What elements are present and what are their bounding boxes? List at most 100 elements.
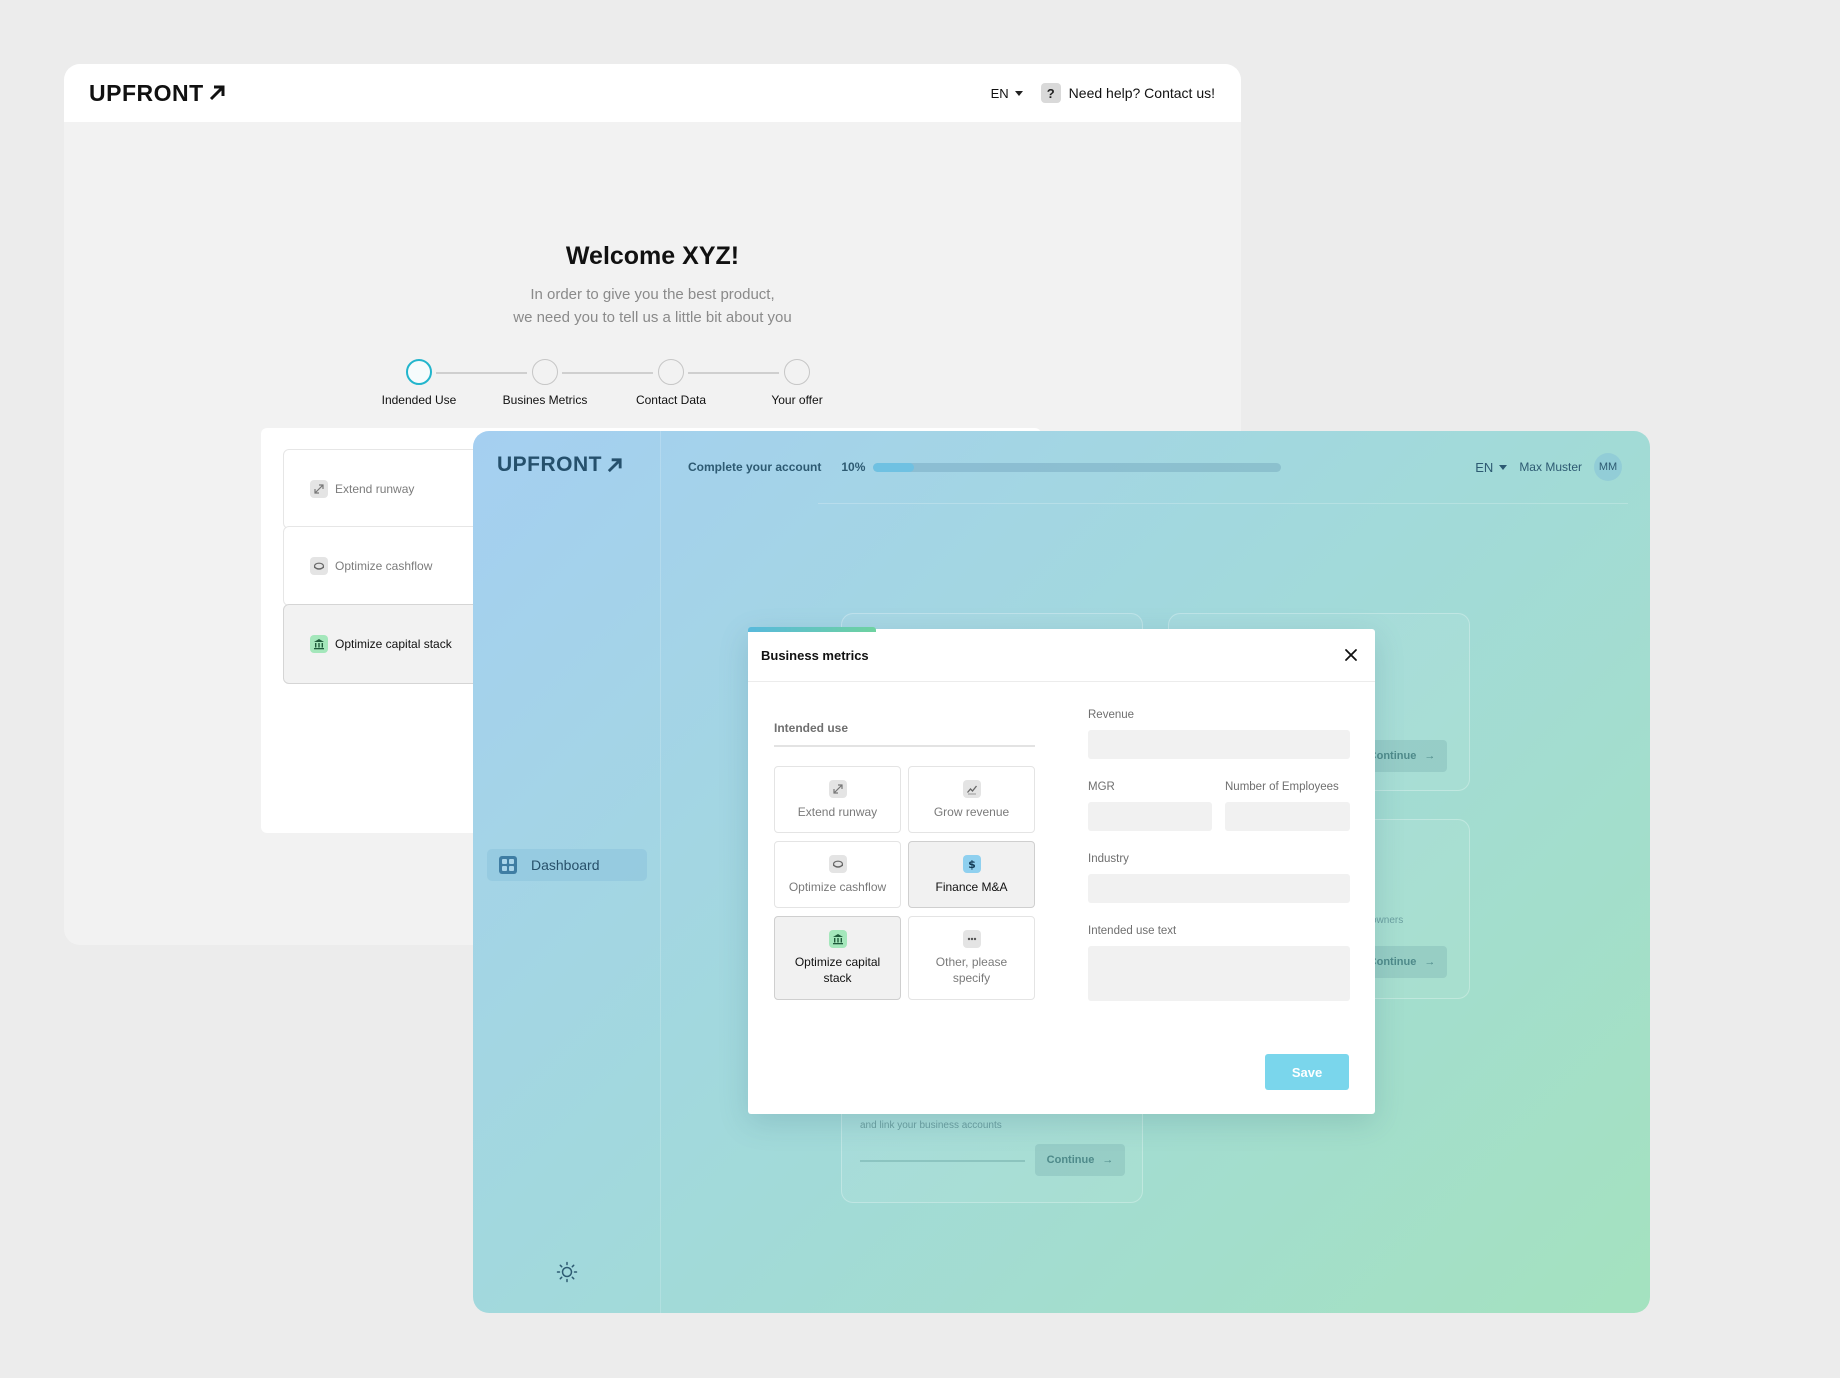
subtitle-line: we need you to tell us a little bit abou… [513,309,792,326]
logo-text: UPFRONT [497,453,602,476]
step-intended-use[interactable]: Indended Use [349,352,489,407]
mgr-label: MGR [1088,781,1115,793]
option-label: Extend runway [335,482,415,496]
industry-label: Industry [1088,853,1129,865]
sidebar-item-label: Dashboard [531,857,600,873]
bank-icon [310,635,328,653]
step-circle [406,359,432,385]
dashboard-window: UPFRONT Dashboard Complete your account … [473,431,1650,1313]
tile-extend-runway[interactable]: Extend runway [774,766,901,833]
ghost-text: and link your business accounts [860,1120,1002,1131]
topbar: Complete your account 10% EN Max Muster … [661,431,1650,503]
welcome-section: Welcome XYZ! In order to give you the be… [64,242,1241,329]
user-name[interactable]: Max Muster [1519,460,1582,474]
revenue-label: Revenue [1088,709,1135,721]
expand-icon [828,779,847,798]
step-your-offer[interactable]: Your offer [727,352,867,407]
employees-label: Number of Employees [1225,781,1339,793]
tile-label: Finance M&A [935,879,1008,894]
continue-button[interactable]: Continue → [1035,1144,1125,1176]
progress-fill [873,462,915,472]
arrow-right-icon: → [1424,956,1436,968]
tile-label: Grow revenue [933,804,1010,819]
question-icon: ? [1040,83,1061,103]
header: UPFRONT EN ? Need help? Contact us! [64,64,1241,122]
trend-icon [962,779,981,798]
tile-optimize-cashflow[interactable]: Optimize cashflow [774,841,901,908]
close-icon[interactable] [1341,645,1361,665]
tile-label: Extend runway [797,804,878,819]
subtitle-line: In order to give you the best product, [530,286,775,303]
complete-account-label: Complete your account [688,460,822,474]
bank-icon [828,930,847,948]
step-label: Contact Data [635,393,707,407]
step-circle [658,359,684,385]
arrow-right-icon: → [1102,1154,1114,1166]
svg-text:$: $ [968,858,976,870]
arrow-up-right-icon [209,85,225,101]
option-label: Optimize capital stack [335,637,452,651]
coins-icon [828,854,847,873]
account-progress-bar [873,462,1282,472]
page-title: Welcome XYZ! [565,242,740,270]
divider [774,745,1035,747]
avatar[interactable]: MM [1594,453,1622,481]
dots-icon [962,930,981,948]
tile-finance-ma[interactable]: $ Finance M&A [908,841,1035,908]
continue-label: Continue [1368,750,1417,762]
tile-label: Other, please specify [935,955,1008,985]
sidebar-item-dashboard[interactable]: Dashboard [487,849,647,881]
language-label: EN [1475,459,1494,475]
tile-label: Optimize capital stack [794,955,881,985]
step-label: Your offer [771,393,823,407]
help-text: Need help? Contact us! [1068,85,1215,101]
tile-optimize-capital-stack[interactable]: Optimize capital stack [774,916,901,1000]
logo[interactable]: UPFRONT [89,80,226,107]
step-circle [532,359,558,385]
language-selector[interactable]: EN [991,86,1023,101]
employees-input[interactable] [1225,802,1350,831]
tile-grow-revenue[interactable]: Grow revenue [908,766,1035,833]
arrow-right-icon: → [1424,750,1436,762]
industry-input[interactable] [1088,874,1350,903]
tile-label: Optimize cashflow [788,879,887,894]
revenue-input[interactable] [1088,730,1350,759]
expand-icon [310,480,328,498]
caret-down-icon [1014,90,1023,96]
coins-icon [310,557,328,575]
step-label: Busines Metrics [502,393,588,407]
modal-title: Business metrics [761,647,869,663]
arrow-up-right-icon [607,457,622,472]
step-contact-data[interactable]: Contact Data [601,352,741,407]
language-label: EN [990,85,1009,101]
logo-text: UPFRONT [89,79,204,106]
ghost-text: owners [1371,915,1404,926]
intended-use-label: Intended use [774,721,849,735]
option-label: Optimize cashflow [335,559,433,573]
progress-percent: 10% [841,460,866,474]
language-selector[interactable]: EN [1475,459,1508,475]
sidebar: UPFRONT Dashboard [473,431,661,1313]
step-business-metrics[interactable]: Busines Metrics [475,352,615,407]
logo[interactable]: UPFRONT [497,453,623,477]
continue-label: Continue [1046,1154,1095,1166]
ghost-divider [860,1160,1025,1162]
business-metrics-modal: Business metrics Intended use Extend run… [748,627,1375,1114]
save-button[interactable]: Save [1265,1054,1349,1090]
page-subtitle: In order to give you the best product, w… [64,283,1241,329]
modal-header: Business metrics [748,629,1375,682]
continue-label: Continue [1368,956,1417,968]
divider [818,503,1628,504]
dashboard-icon [499,856,517,874]
tile-other[interactable]: Other, please specify [908,916,1035,1000]
mgr-input[interactable] [1088,802,1212,831]
dollar-icon: $ [962,854,981,873]
intended-use-textarea[interactable] [1088,946,1350,1001]
caret-down-icon [1499,464,1508,470]
help-link[interactable]: ? Need help? Contact us! [1040,83,1215,103]
intended-use-text-label: Intended use text [1088,925,1177,937]
step-circle [784,359,810,385]
step-label: Indended Use [381,393,457,407]
modal-progress-accent [748,627,876,632]
sun-icon[interactable] [556,1261,578,1283]
